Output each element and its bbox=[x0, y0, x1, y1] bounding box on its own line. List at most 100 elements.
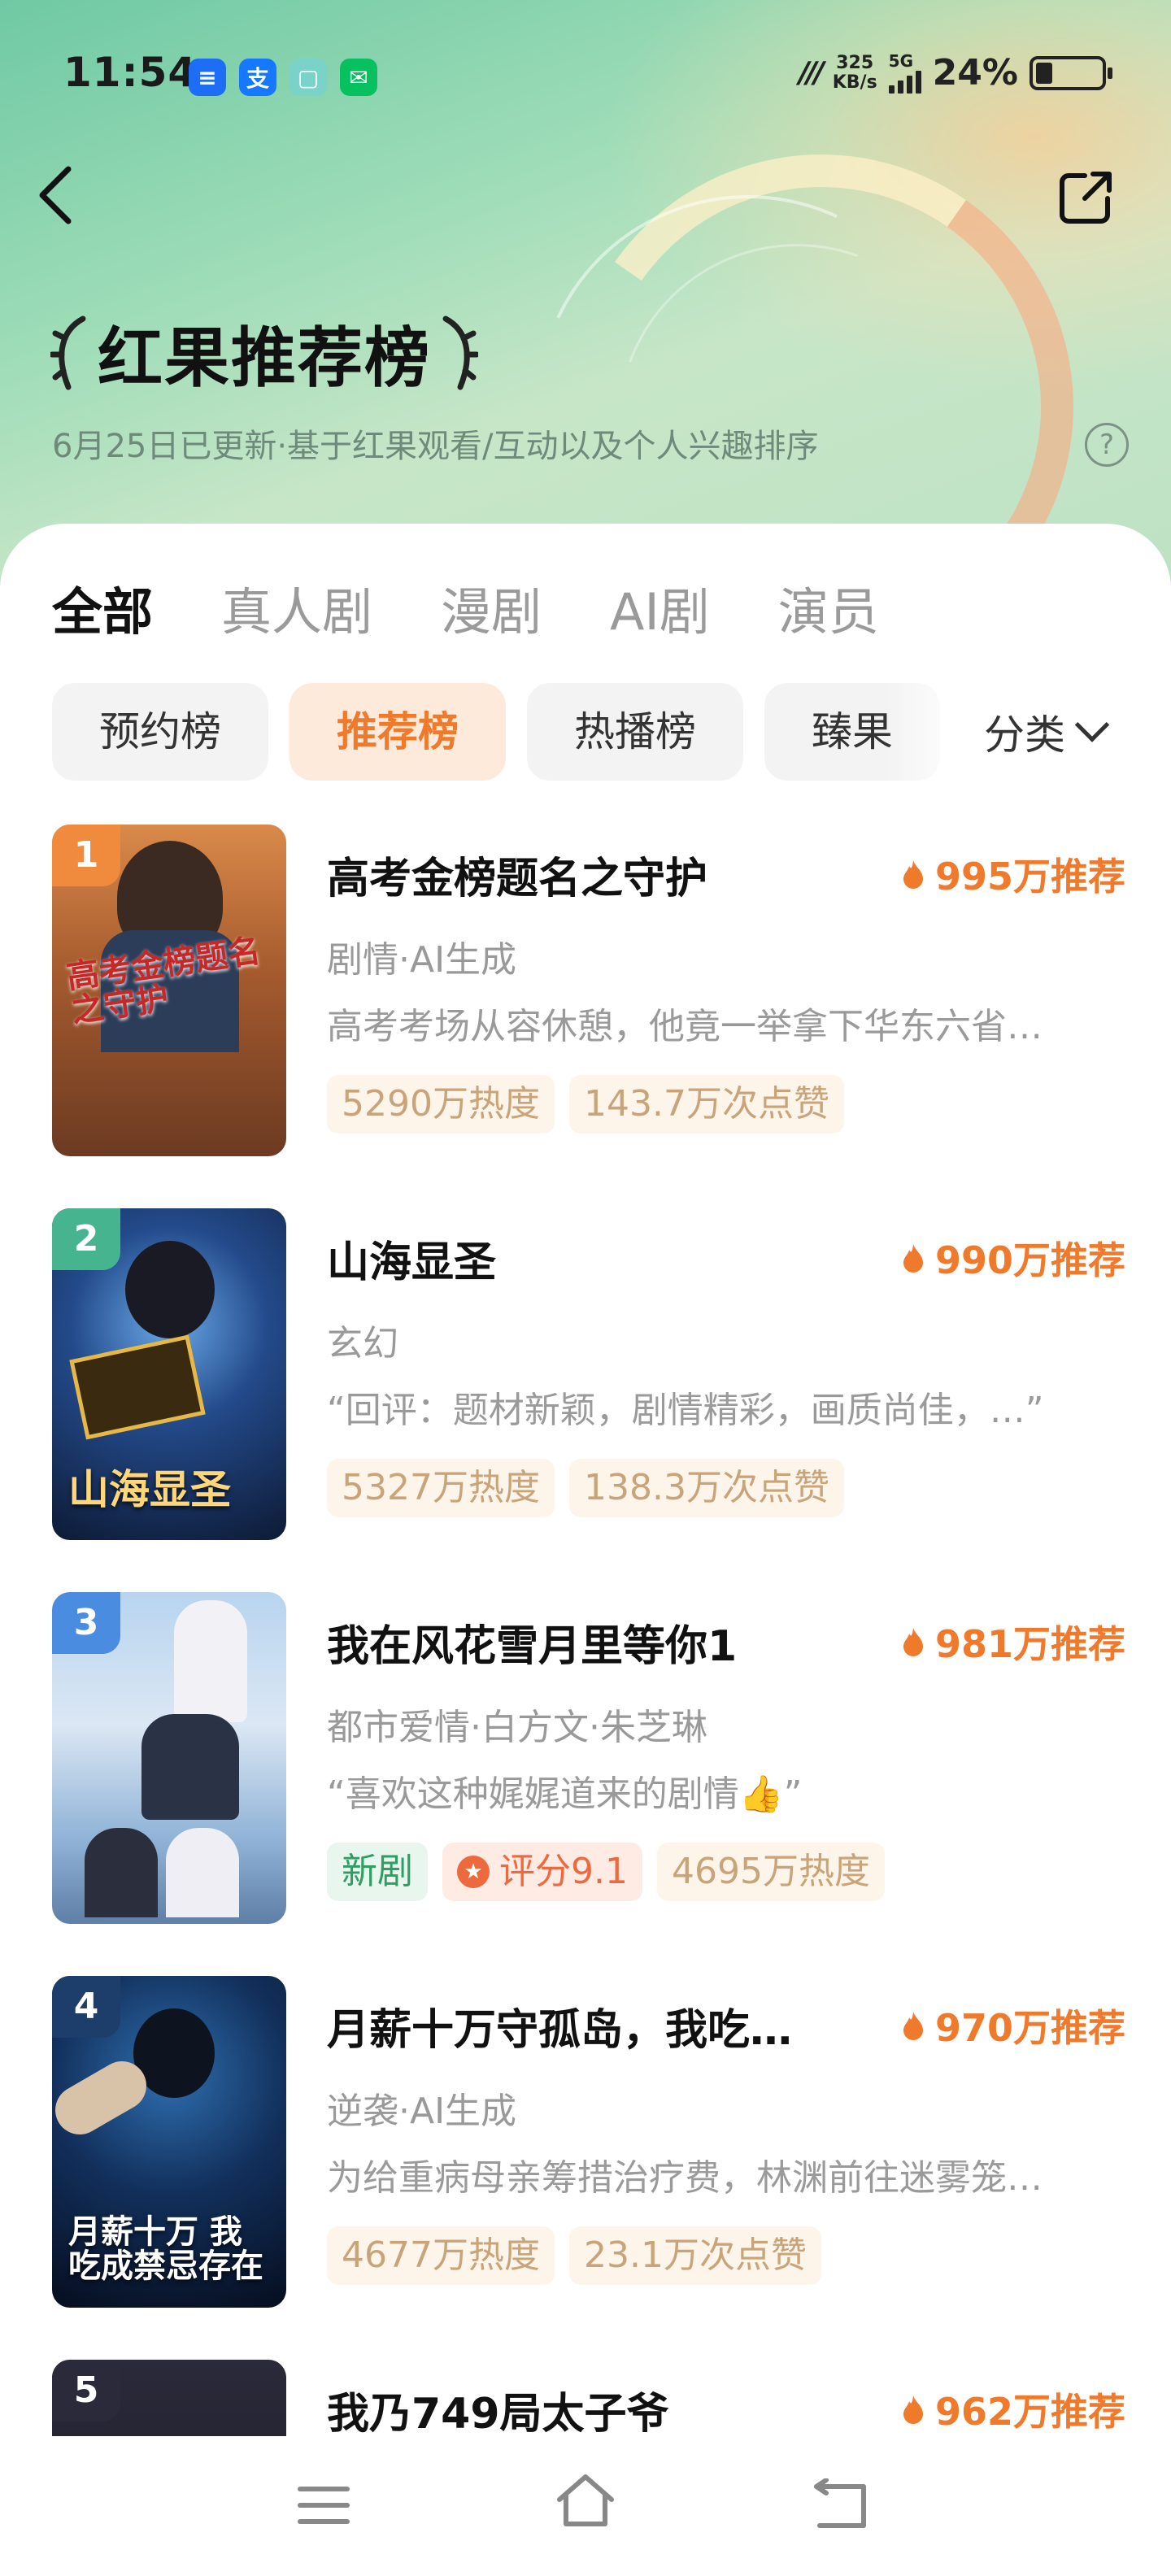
item-info: 高考金榜题名之守护 995万推荐 剧情·AI生成 高考考场从容休憩，他竟一举拿下… bbox=[327, 825, 1125, 1156]
poster-figure bbox=[174, 1600, 247, 1722]
poster-figure bbox=[166, 1828, 239, 1917]
tab-live-action[interactable]: 真人剧 bbox=[221, 571, 372, 644]
poster-artifact bbox=[69, 1334, 206, 1440]
recommend-count: 990万推荐 bbox=[903, 1231, 1125, 1285]
menu-icon-line bbox=[298, 2519, 350, 2524]
chip-reservation[interactable]: 预约榜 bbox=[52, 683, 268, 781]
likes-tag: 23.1万次点赞 bbox=[568, 2226, 821, 2285]
return-icon bbox=[814, 2478, 866, 2528]
new-drama-tag: 新剧 bbox=[327, 1843, 428, 1901]
signal-label: 5G bbox=[888, 50, 914, 71]
poster-image: 月薪十万 我吃成禁忌存在 4 bbox=[52, 1976, 286, 2308]
item-title: 我在风花雪月里等你1 bbox=[327, 1622, 738, 1671]
category-label: 分类 bbox=[984, 711, 1065, 759]
likes-tag: 138.3万次点赞 bbox=[568, 1459, 844, 1517]
recommend-text: 995万推荐 bbox=[934, 855, 1125, 899]
item-info: 我在风花雪月里等你1 981万推荐 都市爱情·白方文·朱芝琳 “喜欢这种娓娓道来… bbox=[327, 1592, 1125, 1924]
rank-badge: 3 bbox=[52, 1592, 120, 1654]
item-description: 高考考场从容休憩，他竟一举拿下华东六省… bbox=[327, 1006, 1043, 1047]
item-title: 月薪十万守孤岛，我吃… bbox=[327, 2006, 793, 2055]
alipay-icon: 支 bbox=[239, 59, 276, 96]
tab-actors[interactable]: 演员 bbox=[778, 571, 879, 644]
menu-button[interactable] bbox=[298, 2485, 350, 2526]
item-genre: 玄幻 bbox=[327, 1323, 398, 1364]
heat-tag: 4695万热度 bbox=[656, 1843, 885, 1901]
recommend-text: 962万推荐 bbox=[934, 2390, 1125, 2434]
recommend-text: 981万推荐 bbox=[934, 1622, 1125, 1666]
category-tabs: 全部 真人剧 漫剧 AI剧 演员 bbox=[52, 571, 879, 644]
recommend-count: 995万推荐 bbox=[903, 847, 1125, 901]
gallery-app-icon: ▢ bbox=[289, 59, 327, 96]
page-title: 红果推荐榜 bbox=[98, 320, 431, 396]
poster-figure bbox=[85, 1828, 158, 1917]
flame-icon bbox=[903, 860, 923, 889]
status-bar: 11:54 ≡ 支 ▢ ✉ /// 325 KB/s 5G 24% bbox=[0, 49, 1171, 114]
flame-icon bbox=[903, 1244, 923, 1273]
poster-image: 高考金榜题名之守护 1 bbox=[52, 825, 286, 1156]
net-speed-unit: KB/s bbox=[832, 72, 877, 93]
flame-icon bbox=[903, 1628, 923, 1656]
chips-fade bbox=[886, 683, 984, 781]
poster-figure bbox=[125, 1241, 215, 1338]
chip-hot[interactable]: 热播榜 bbox=[527, 683, 743, 781]
recommend-count: 962万推荐 bbox=[903, 2382, 1125, 2436]
ranking-chips: 预约榜 推荐榜 热播榜 臻果 bbox=[52, 683, 947, 781]
heat-tag: 5290万热度 bbox=[327, 1075, 555, 1134]
recommend-count: 981万推荐 bbox=[903, 1615, 1125, 1669]
list-item[interactable]: 3 我在风花雪月里等你1 981万推荐 都市爱情·白方文·朱芝琳 “喜欢这种娓娓… bbox=[52, 1592, 1125, 1924]
poster-title-text: 高考金榜题名之守护 bbox=[64, 932, 263, 1030]
status-right-group: /// 325 KB/s 5G 24% bbox=[799, 50, 1112, 94]
poster-figure bbox=[141, 1714, 239, 1820]
battery-icon bbox=[1030, 55, 1112, 90]
system-navigation-bar bbox=[0, 2436, 1171, 2576]
rank-badge: 5 bbox=[52, 2360, 120, 2422]
item-title: 山海显圣 bbox=[327, 1238, 497, 1287]
message-app-icon: ≡ bbox=[189, 59, 226, 96]
home-button[interactable] bbox=[553, 2469, 618, 2534]
poster-image: 3 bbox=[52, 1592, 286, 1924]
chevron-left-icon bbox=[39, 166, 72, 224]
rank-badge: 1 bbox=[52, 825, 120, 886]
list-item[interactable]: 山海显圣 2 山海显圣 990万推荐 玄幻 “回评：题材新颖，剧情精彩，画质尚佳… bbox=[52, 1208, 1125, 1540]
rank-badge: 2 bbox=[52, 1208, 120, 1270]
item-description: “喜欢这种娓娓道来的剧情👍” bbox=[327, 1773, 803, 1815]
star-badge-icon: ★ bbox=[457, 1856, 490, 1888]
poster-title-text: 山海显圣 bbox=[68, 1465, 231, 1513]
score-text: 评分9.1 bbox=[499, 1851, 628, 1892]
poster-image: 山海显圣 2 bbox=[52, 1208, 286, 1540]
item-info: 山海显圣 990万推荐 玄幻 “回评：题材新颖，剧情精彩，画质尚佳，…” 532… bbox=[327, 1208, 1125, 1540]
help-icon[interactable]: ? bbox=[1085, 423, 1129, 467]
menu-icon-line bbox=[298, 2503, 350, 2508]
item-title: 高考金榜题名之守护 bbox=[327, 855, 708, 903]
item-tags: 5327万热度 138.3万次点赞 bbox=[327, 1459, 844, 1517]
network-logo-icon: /// bbox=[799, 56, 825, 89]
network-speed: 325 KB/s bbox=[832, 52, 877, 93]
chip-recommend[interactable]: 推荐榜 bbox=[289, 683, 506, 781]
flame-icon bbox=[903, 2012, 923, 2040]
share-button[interactable] bbox=[1057, 169, 1114, 226]
item-tags: 4677万热度 23.1万次点赞 bbox=[327, 2226, 821, 2285]
category-dropdown[interactable]: 分类 bbox=[981, 683, 1110, 781]
item-tags: 5290万热度 143.7万次点赞 bbox=[327, 1075, 844, 1134]
item-tags: 新剧 ★ 评分9.1 4695万热度 bbox=[327, 1843, 885, 1901]
score-tag: ★ 评分9.1 bbox=[442, 1843, 642, 1901]
tab-all[interactable]: 全部 bbox=[52, 571, 153, 644]
item-info: 月薪十万守孤岛，我吃… 970万推荐 逆袭·AI生成 为给重病母亲筹措治疗费，林… bbox=[327, 1976, 1125, 2308]
list-item[interactable]: 月薪十万 我吃成禁忌存在 4 月薪十万守孤岛，我吃… 970万推荐 逆袭·AI生… bbox=[52, 1976, 1125, 2308]
status-time: 11:54 bbox=[63, 49, 198, 96]
tab-ai-drama[interactable]: AI剧 bbox=[610, 571, 710, 644]
poster-title-text: 月薪十万 我吃成禁忌存在 bbox=[68, 2213, 263, 2285]
status-app-icons: ≡ 支 ▢ ✉ bbox=[189, 59, 377, 96]
list-item[interactable]: 高考金榜题名之守护 1 高考金榜题名之守护 995万推荐 剧情·AI生成 高考考… bbox=[52, 825, 1125, 1156]
system-back-button[interactable] bbox=[812, 2478, 873, 2532]
likes-tag: 143.7万次点赞 bbox=[568, 1075, 844, 1134]
back-button[interactable] bbox=[33, 163, 98, 236]
net-speed-value: 325 bbox=[836, 52, 874, 73]
heat-tag: 4677万热度 bbox=[327, 2226, 555, 2285]
item-genre: 剧情·AI生成 bbox=[327, 939, 517, 981]
share-icon bbox=[1060, 172, 1112, 224]
tab-comic[interactable]: 漫剧 bbox=[441, 571, 542, 644]
wechat-icon: ✉ bbox=[340, 59, 377, 96]
signal-icon: 5G bbox=[888, 50, 921, 94]
chevron-down-icon bbox=[1074, 707, 1110, 742]
